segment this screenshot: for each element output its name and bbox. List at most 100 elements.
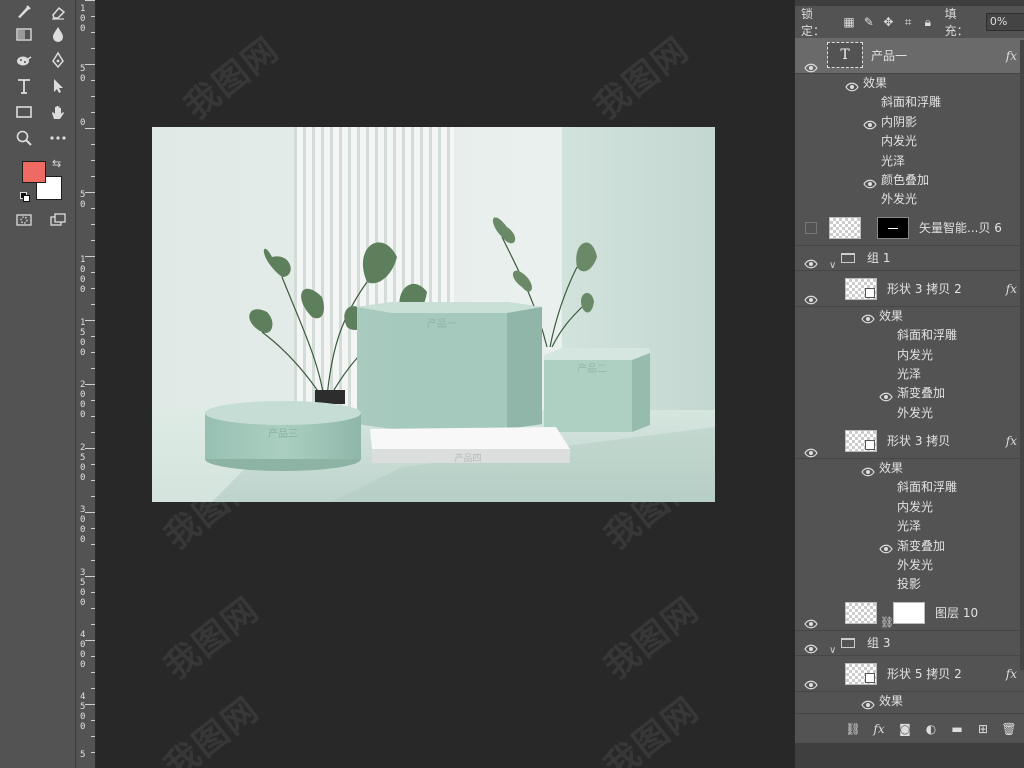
visibility-eye-icon[interactable]: [804, 436, 818, 457]
type-icon[interactable]: [10, 74, 38, 98]
lock-move-icon[interactable]: ✥: [882, 15, 896, 29]
mask-icon[interactable]: ◙: [897, 721, 913, 737]
layer-effect-row[interactable]: 外发光: [795, 404, 1024, 423]
ruler-tick-mark: [91, 16, 95, 17]
ruler-tick-mark: [91, 432, 95, 433]
visibility-toggle-empty[interactable]: [805, 221, 817, 234]
ruler-tick-mark: [85, 320, 95, 321]
quick-mask-icon[interactable]: [10, 208, 38, 232]
lock-bar: 锁定： ▦ ✎ ✥ ⌗ 🔒︎ 填充： 0%: [795, 7, 1024, 38]
layer-effect-row[interactable]: 渐变叠加: [795, 537, 1024, 556]
ruler-tick-mark: [91, 608, 95, 609]
gradient-icon[interactable]: [10, 22, 38, 46]
new-layer-icon[interactable]: ⊞: [975, 721, 991, 737]
layer-effect-row[interactable]: 效果: [795, 692, 1024, 711]
layer-thumbnail: [829, 216, 861, 239]
document-canvas[interactable]: 产品一 产品二 产品三 产品四: [152, 127, 715, 502]
layer-effect-row[interactable]: 斜面和浮雕: [795, 326, 1024, 345]
effects-eye-icon[interactable]: [845, 79, 859, 92]
lock-artboard-icon[interactable]: ⌗: [901, 15, 915, 29]
layer-row[interactable]: ∨ 组 1: [795, 246, 1024, 271]
fx-icon[interactable]: fx: [1006, 423, 1017, 459]
brush-history-icon[interactable]: [10, 0, 38, 24]
lock-paint-icon[interactable]: ✎: [862, 15, 876, 29]
layer-effect-row[interactable]: 内发光: [795, 346, 1024, 365]
adjustment-icon[interactable]: ◐: [923, 721, 939, 737]
layer-row[interactable]: 形状 5 拷贝 2 fx: [795, 656, 1024, 692]
visibility-eye-icon[interactable]: [804, 283, 818, 305]
layer-row[interactable]: ⛓ 图层 10: [795, 595, 1024, 631]
visibility-eye-icon[interactable]: [804, 638, 818, 654]
ruler-tick-mark: [91, 144, 95, 145]
layer-effect-row[interactable]: 光泽: [795, 365, 1024, 384]
layer-effect-row[interactable]: 外发光: [795, 190, 1024, 209]
rectangle-icon[interactable]: [10, 100, 38, 124]
layers-scrollbar[interactable]: [1020, 40, 1024, 670]
zoom-icon[interactable]: [10, 126, 38, 150]
foreground-color-swatch[interactable]: [22, 161, 46, 183]
effects-eye-icon[interactable]: [861, 311, 875, 324]
layer-row[interactable]: ∨ 组 3: [795, 631, 1024, 656]
layer-effect-row[interactable]: 斜面和浮雕: [795, 478, 1024, 497]
layer-effect-row[interactable]: 光泽: [795, 152, 1024, 171]
pen-icon[interactable]: [44, 48, 72, 72]
more-tools-icon[interactable]: [44, 126, 72, 150]
ruler-tick-mark: [91, 224, 95, 225]
layer-effect-row[interactable]: 内发光: [795, 132, 1024, 151]
ruler-tick-mark: [91, 304, 95, 305]
fx-icon[interactable]: fx: [1006, 656, 1017, 692]
text-layer-thumbnail-icon: T: [827, 42, 863, 68]
visibility-eye-icon[interactable]: [804, 253, 818, 269]
layer-effect-row[interactable]: 内阴影: [795, 113, 1024, 132]
layer-name: 组 3: [867, 635, 891, 650]
layer-effect-row[interactable]: 效果: [795, 74, 1024, 93]
ruler-label: 0: [80, 118, 86, 128]
ruler-tick-mark: [85, 576, 95, 577]
hand-icon[interactable]: [44, 100, 72, 124]
layer-row[interactable]: 矢量智能...贝 6: [795, 210, 1024, 246]
layer-effect-row[interactable]: 外发光: [795, 556, 1024, 575]
effect-eye-icon[interactable]: [879, 541, 893, 554]
effect-eye-icon[interactable]: [863, 176, 877, 188]
visibility-eye-icon[interactable]: [804, 51, 818, 72]
folder-icon[interactable]: ▬: [949, 721, 965, 737]
effect-eye-icon[interactable]: [879, 389, 893, 402]
ruler-tick-mark: [91, 368, 95, 369]
fx-icon[interactable]: fx: [1006, 271, 1017, 307]
effect-eye-icon[interactable]: [863, 117, 877, 130]
lock-transparent-icon[interactable]: ▦: [842, 15, 856, 29]
effects-eye-icon[interactable]: [861, 697, 875, 709]
screen-mode-icon[interactable]: [44, 208, 72, 232]
visibility-eye-icon[interactable]: [804, 607, 818, 629]
layer-effect-row[interactable]: 斜面和浮雕: [795, 93, 1024, 112]
fx-icon[interactable]: fx: [1006, 38, 1017, 74]
layer-effect-row[interactable]: 光泽: [795, 517, 1024, 536]
ruler-tick-mark: [85, 256, 95, 257]
lock-all-icon[interactable]: 🔒︎: [921, 15, 935, 29]
fx-icon[interactable]: fx: [871, 721, 887, 737]
fill-input[interactable]: 0%: [985, 13, 1024, 31]
ruler-label: 4500: [80, 692, 86, 732]
layer-effect-row[interactable]: 效果: [795, 459, 1024, 478]
eraser-icon[interactable]: [44, 0, 72, 24]
layer-effect-row[interactable]: 渐变叠加: [795, 384, 1024, 403]
sponge-icon[interactable]: [10, 48, 38, 72]
swap-colors-icon[interactable]: ⇆: [52, 157, 61, 170]
path-select-icon[interactable]: [44, 74, 72, 98]
layer-row[interactable]: 形状 3 拷贝 2 fx: [795, 271, 1024, 307]
visibility-eye-icon[interactable]: [804, 668, 818, 690]
layer-effect-row[interactable]: 内发光: [795, 498, 1024, 517]
ruler-tick-mark: [85, 512, 95, 513]
layer-effect-row[interactable]: 效果: [795, 307, 1024, 326]
trash-icon[interactable]: 🗑︎: [1001, 721, 1017, 737]
effects-eye-icon[interactable]: [861, 464, 875, 477]
layer-effect-row[interactable]: 投影: [795, 575, 1024, 594]
default-colors-icon[interactable]: [20, 192, 30, 202]
layer-row[interactable]: T 产品一 fx: [795, 38, 1024, 74]
layer-row[interactable]: 形状 3 拷贝 fx: [795, 423, 1024, 460]
layer-effect-row[interactable]: 颜色叠加: [795, 171, 1024, 190]
folder-icon: [841, 637, 855, 648]
canvas-workspace[interactable]: 我图网我图网我图网我图网我图网我图网我图网我图网我图网我图网我图网我图网: [96, 0, 793, 768]
blur-drop-icon[interactable]: [44, 22, 72, 46]
link-icon[interactable]: ⛓: [845, 721, 861, 737]
